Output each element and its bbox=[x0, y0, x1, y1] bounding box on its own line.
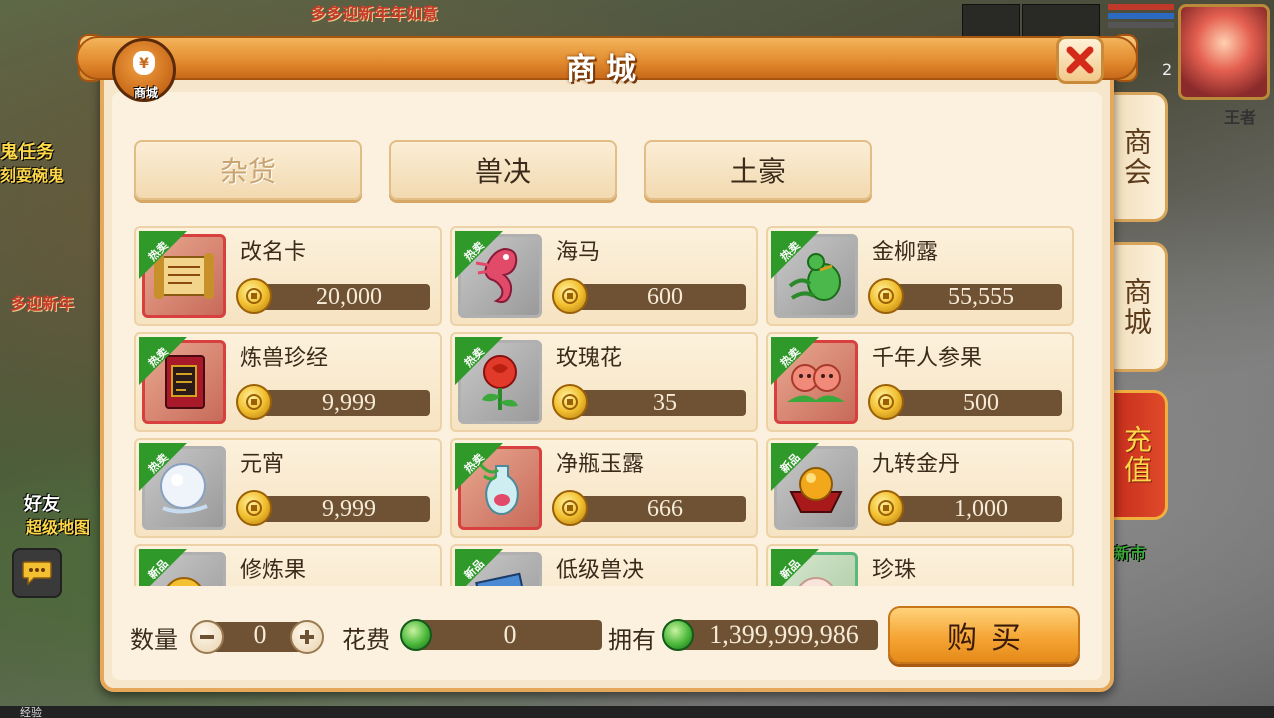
quest-text[interactable]: 鬼任务 bbox=[0, 138, 54, 164]
item-price: 1,000 bbox=[886, 496, 1062, 522]
hot-badge: 热卖 bbox=[455, 443, 505, 493]
item-price: 9,999 bbox=[254, 496, 430, 522]
buy-button[interactable]: 购买 bbox=[888, 606, 1080, 664]
gold-coin-icon bbox=[552, 490, 588, 526]
item-price: 9,999 bbox=[254, 390, 430, 416]
jade-currency-icon bbox=[662, 619, 694, 651]
close-icon bbox=[1066, 46, 1094, 74]
item-card[interactable]: 新品 修炼果 bbox=[134, 544, 442, 586]
bottom-exp-strip: 经验 bbox=[0, 706, 1274, 718]
gold-coin-icon bbox=[868, 490, 904, 526]
exp-label: 经验 bbox=[20, 706, 42, 718]
item-card[interactable]: 新品 低级兽决 bbox=[450, 544, 758, 586]
category-tab-groceries[interactable]: 杂货 bbox=[134, 140, 362, 200]
hot-badge: 热卖 bbox=[771, 231, 821, 281]
gold-coin-icon bbox=[236, 278, 272, 314]
new-badge: 新品 bbox=[771, 443, 821, 493]
decrease-button[interactable] bbox=[190, 620, 224, 654]
item-price: 666 bbox=[570, 496, 746, 522]
new-badge: 新品 bbox=[139, 549, 189, 586]
item-card[interactable]: 热卖 千年人参果 500 bbox=[766, 332, 1074, 432]
item-card[interactable]: 热卖 净瓶玉露 666 bbox=[450, 438, 758, 538]
item-name: 海马 bbox=[556, 240, 601, 265]
gold-coin-icon bbox=[236, 384, 272, 420]
banner-left: 多迎新年 bbox=[10, 294, 75, 313]
close-button[interactable] bbox=[1056, 36, 1104, 84]
item-card[interactable]: 新品 珍珠 bbox=[766, 544, 1074, 586]
hot-badge: 热卖 bbox=[139, 337, 189, 387]
item-price: 20,000 bbox=[254, 284, 430, 310]
item-price: 35 bbox=[570, 390, 746, 416]
item-name: 修炼果 bbox=[240, 558, 307, 583]
item-grid[interactable]: 热卖 改名卡 20,000 热卖 海马 600 热卖 金柳露 55,555 热卖… bbox=[130, 222, 1080, 586]
money-bag-icon: ¥ bbox=[133, 51, 155, 75]
item-price: 55,555 bbox=[886, 284, 1062, 310]
quantity-value[interactable]: 0 bbox=[230, 620, 290, 650]
new-badge: 新品 bbox=[771, 549, 821, 586]
increase-button[interactable] bbox=[290, 620, 324, 654]
item-name: 金柳露 bbox=[872, 240, 939, 265]
item-card[interactable]: 热卖 炼兽珍经 9,999 bbox=[134, 332, 442, 432]
minus-icon bbox=[200, 635, 214, 639]
chat-button[interactable] bbox=[12, 548, 62, 598]
hud-box-2 bbox=[1022, 4, 1100, 38]
item-card[interactable]: 热卖 改名卡 20,000 bbox=[134, 226, 442, 326]
market-label: 新市 bbox=[1114, 544, 1147, 563]
item-name: 九转金丹 bbox=[872, 452, 961, 477]
hud-box-1 bbox=[962, 4, 1020, 38]
gold-coin-icon bbox=[868, 384, 904, 420]
category-tab-pet-skills[interactable]: 兽决 bbox=[389, 140, 617, 200]
hot-badge: 热卖 bbox=[455, 337, 505, 387]
friends-label[interactable]: 好友 bbox=[24, 490, 60, 516]
cost-value: 0 bbox=[418, 620, 602, 650]
item-name: 改名卡 bbox=[240, 240, 307, 265]
cost-label: 花费 bbox=[342, 626, 390, 654]
gold-coin-icon bbox=[868, 278, 904, 314]
item-card[interactable]: 热卖 元宵 9,999 bbox=[134, 438, 442, 538]
item-name: 净瓶玉露 bbox=[556, 452, 645, 477]
plus-icon bbox=[300, 630, 314, 644]
hot-badge: 热卖 bbox=[139, 443, 189, 493]
shop-icon-label: 商城 bbox=[133, 86, 158, 100]
jade-currency-icon bbox=[400, 619, 432, 651]
quantity-label: 数量 bbox=[130, 626, 178, 654]
hot-badge: 热卖 bbox=[139, 231, 189, 281]
item-card[interactable]: 新品 九转金丹 1,000 bbox=[766, 438, 1074, 538]
owned-value: 1,399,999,986 bbox=[680, 620, 878, 650]
item-price: 600 bbox=[570, 284, 746, 310]
window-title: 商城 bbox=[566, 52, 646, 87]
hot-badge: 热卖 bbox=[455, 231, 505, 281]
new-badge: 新品 bbox=[455, 549, 505, 586]
item-name: 低级兽决 bbox=[556, 558, 645, 583]
item-name: 元宵 bbox=[240, 452, 285, 477]
item-name: 玫瑰花 bbox=[556, 346, 623, 371]
hot-badge: 热卖 bbox=[771, 337, 821, 387]
super-map-label[interactable]: 超级地图 bbox=[26, 514, 90, 538]
gold-coin-icon bbox=[552, 278, 588, 314]
item-name: 千年人参果 bbox=[872, 346, 983, 371]
gold-coin-icon bbox=[552, 384, 588, 420]
item-name: 炼兽珍经 bbox=[240, 346, 329, 371]
item-price: 500 bbox=[886, 390, 1062, 416]
item-card[interactable]: 热卖 玫瑰花 35 bbox=[450, 332, 758, 432]
category-tab-tycoon[interactable]: 土豪 bbox=[644, 140, 872, 200]
item-card[interactable]: 热卖 金柳露 55,555 bbox=[766, 226, 1074, 326]
banner-top: 多多迎新年年如意 bbox=[310, 4, 439, 23]
owned-label: 拥有 bbox=[608, 626, 656, 654]
item-card[interactable]: 热卖 海马 600 bbox=[450, 226, 758, 326]
quest-sub: 刻耍碗鬼 bbox=[0, 166, 65, 185]
gold-coin-icon bbox=[236, 490, 272, 526]
chat-bubble-icon bbox=[22, 561, 52, 586]
player-name: 王者 bbox=[1224, 108, 1257, 127]
hp-mp-bars bbox=[1108, 4, 1174, 32]
item-name: 珍珠 bbox=[872, 558, 917, 583]
